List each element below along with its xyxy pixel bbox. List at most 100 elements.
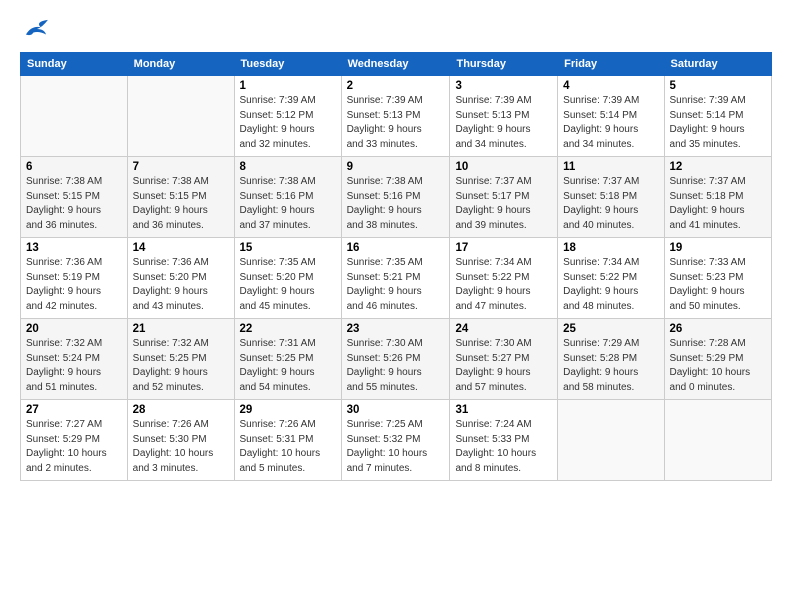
day-number: 24: [455, 323, 552, 335]
calendar-cell: 15 Sunrise: 7:35 AM Sunset: 5:20 PM Dayli…: [234, 238, 341, 319]
day-info: Sunrise: 7:30 AM Sunset: 5:26 PM Dayligh…: [347, 337, 445, 395]
day-info: Sunrise: 7:27 AM Sunset: 5:29 PM Dayligh…: [26, 418, 122, 476]
week-row-2: 13Sunrise: 7:36 AM Sunset: 5:19 PM Dayli…: [21, 238, 772, 319]
day-info: Sunrise: 7:35 AM Sunset: 5:21 PM Dayligh…: [347, 256, 445, 314]
day-number: 15: [240, 242, 336, 254]
day-number: 9: [347, 161, 445, 173]
calendar-cell: 8 Sunrise: 7:38 AM Sunset: 5:16 PM Daylig…: [234, 157, 341, 238]
day-info: Sunrise: 7:26 AM Sunset: 5:31 PM Dayligh…: [240, 418, 336, 476]
calendar-cell: 23 Sunrise: 7:30 AM Sunset: 5:26 PM Dayli…: [341, 319, 450, 400]
day-info: Sunrise: 7:34 AM Sunset: 5:22 PM Dayligh…: [563, 256, 658, 314]
day-info: Sunrise: 7:37 AM Sunset: 5:17 PM Dayligh…: [455, 175, 552, 233]
day-number: 12: [670, 161, 766, 173]
calendar-cell: 12 Sunrise: 7:37 AM Sunset: 5:18 PM Dayli…: [664, 157, 771, 238]
day-number: 30: [347, 404, 445, 416]
logo-bird-icon: [22, 18, 50, 40]
day-number: 31: [455, 404, 552, 416]
header-thursday: Thursday: [450, 53, 558, 76]
calendar-cell: 3 Sunrise: 7:39 AM Sunset: 5:13 PM Daylig…: [450, 76, 558, 157]
day-number: 14: [133, 242, 229, 254]
calendar-cell: 26Sunrise: 7:28 AM Sunset: 5:29 PM Dayli…: [664, 319, 771, 400]
day-number: 18: [563, 242, 658, 254]
day-info: Sunrise: 7:37 AM Sunset: 5:18 PM Dayligh…: [563, 175, 658, 233]
header-tuesday: Tuesday: [234, 53, 341, 76]
day-number: 23: [347, 323, 445, 335]
day-info: Sunrise: 7:39 AM Sunset: 5:13 PM Dayligh…: [347, 94, 445, 152]
day-info: Sunrise: 7:36 AM Sunset: 5:20 PM Dayligh…: [133, 256, 229, 314]
day-info: Sunrise: 7:25 AM Sunset: 5:32 PM Dayligh…: [347, 418, 445, 476]
day-info: Sunrise: 7:31 AM Sunset: 5:25 PM Dayligh…: [240, 337, 336, 395]
logo: [20, 18, 50, 40]
day-number: 6: [26, 161, 122, 173]
calendar-cell: [558, 400, 664, 481]
day-info: Sunrise: 7:30 AM Sunset: 5:27 PM Dayligh…: [455, 337, 552, 395]
header-sunday: Sunday: [21, 53, 128, 76]
day-number: 29: [240, 404, 336, 416]
calendar-cell: 17Sunrise: 7:34 AM Sunset: 5:22 PM Dayli…: [450, 238, 558, 319]
day-info: Sunrise: 7:32 AM Sunset: 5:24 PM Dayligh…: [26, 337, 122, 395]
calendar-cell: 18 Sunrise: 7:34 AM Sunset: 5:22 PM Dayli…: [558, 238, 664, 319]
day-info: Sunrise: 7:32 AM Sunset: 5:25 PM Dayligh…: [133, 337, 229, 395]
calendar-cell: 31Sunrise: 7:24 AM Sunset: 5:33 PM Dayli…: [450, 400, 558, 481]
calendar-cell: 28 Sunrise: 7:26 AM Sunset: 5:30 PM Dayli…: [127, 400, 234, 481]
day-number: 25: [563, 323, 658, 335]
calendar-cell: 30 Sunrise: 7:25 AM Sunset: 5:32 PM Dayli…: [341, 400, 450, 481]
day-number: 21: [133, 323, 229, 335]
day-number: 17: [455, 242, 552, 254]
calendar-cell: 1Sunrise: 7:39 AM Sunset: 5:12 PM Daylig…: [234, 76, 341, 157]
day-info: Sunrise: 7:39 AM Sunset: 5:14 PM Dayligh…: [670, 94, 766, 152]
week-row-4: 27 Sunrise: 7:27 AM Sunset: 5:29 PM Dayli…: [21, 400, 772, 481]
day-info: Sunrise: 7:38 AM Sunset: 5:15 PM Dayligh…: [26, 175, 122, 233]
week-row-1: 6 Sunrise: 7:38 AM Sunset: 5:15 PM Daylig…: [21, 157, 772, 238]
day-number: 28: [133, 404, 229, 416]
calendar-cell: 19Sunrise: 7:33 AM Sunset: 5:23 PM Dayli…: [664, 238, 771, 319]
day-info: Sunrise: 7:33 AM Sunset: 5:23 PM Dayligh…: [670, 256, 766, 314]
day-number: 27: [26, 404, 122, 416]
calendar-cell: [21, 76, 128, 157]
day-info: Sunrise: 7:39 AM Sunset: 5:12 PM Dayligh…: [240, 94, 336, 152]
calendar-cell: 4 Sunrise: 7:39 AM Sunset: 5:14 PM Daylig…: [558, 76, 664, 157]
calendar-cell: 14 Sunrise: 7:36 AM Sunset: 5:20 PM Dayli…: [127, 238, 234, 319]
day-number: 16: [347, 242, 445, 254]
header-wednesday: Wednesday: [341, 53, 450, 76]
calendar-cell: 2 Sunrise: 7:39 AM Sunset: 5:13 PM Daylig…: [341, 76, 450, 157]
day-number: 2: [347, 80, 445, 92]
week-row-3: 20 Sunrise: 7:32 AM Sunset: 5:24 PM Dayli…: [21, 319, 772, 400]
day-info: Sunrise: 7:38 AM Sunset: 5:16 PM Dayligh…: [240, 175, 336, 233]
header-row: SundayMondayTuesdayWednesdayThursdayFrid…: [21, 53, 772, 76]
day-number: 11: [563, 161, 658, 173]
day-number: 4: [563, 80, 658, 92]
day-info: Sunrise: 7:38 AM Sunset: 5:15 PM Dayligh…: [133, 175, 229, 233]
header-monday: Monday: [127, 53, 234, 76]
day-info: Sunrise: 7:35 AM Sunset: 5:20 PM Dayligh…: [240, 256, 336, 314]
day-number: 13: [26, 242, 122, 254]
day-info: Sunrise: 7:39 AM Sunset: 5:14 PM Dayligh…: [563, 94, 658, 152]
calendar-cell: 7Sunrise: 7:38 AM Sunset: 5:15 PM Daylig…: [127, 157, 234, 238]
calendar-cell: 16 Sunrise: 7:35 AM Sunset: 5:21 PM Dayli…: [341, 238, 450, 319]
day-info: Sunrise: 7:29 AM Sunset: 5:28 PM Dayligh…: [563, 337, 658, 395]
page: SundayMondayTuesdayWednesdayThursdayFrid…: [0, 0, 792, 499]
day-number: 8: [240, 161, 336, 173]
day-info: Sunrise: 7:37 AM Sunset: 5:18 PM Dayligh…: [670, 175, 766, 233]
day-number: 10: [455, 161, 552, 173]
calendar-cell: 29 Sunrise: 7:26 AM Sunset: 5:31 PM Dayli…: [234, 400, 341, 481]
calendar-cell: 24 Sunrise: 7:30 AM Sunset: 5:27 PM Dayli…: [450, 319, 558, 400]
calendar-cell: [127, 76, 234, 157]
day-number: 22: [240, 323, 336, 335]
calendar-cell: 21 Sunrise: 7:32 AM Sunset: 5:25 PM Dayli…: [127, 319, 234, 400]
header-saturday: Saturday: [664, 53, 771, 76]
calendar-cell: 9Sunrise: 7:38 AM Sunset: 5:16 PM Daylig…: [341, 157, 450, 238]
calendar-cell: 22 Sunrise: 7:31 AM Sunset: 5:25 PM Dayli…: [234, 319, 341, 400]
day-number: 3: [455, 80, 552, 92]
calendar-cell: 20 Sunrise: 7:32 AM Sunset: 5:24 PM Dayli…: [21, 319, 128, 400]
calendar-cell: 5Sunrise: 7:39 AM Sunset: 5:14 PM Daylig…: [664, 76, 771, 157]
day-info: Sunrise: 7:26 AM Sunset: 5:30 PM Dayligh…: [133, 418, 229, 476]
day-info: Sunrise: 7:39 AM Sunset: 5:13 PM Dayligh…: [455, 94, 552, 152]
calendar-cell: 11 Sunrise: 7:37 AM Sunset: 5:18 PM Dayli…: [558, 157, 664, 238]
calendar-cell: 10 Sunrise: 7:37 AM Sunset: 5:17 PM Dayli…: [450, 157, 558, 238]
day-number: 20: [26, 323, 122, 335]
day-info: Sunrise: 7:28 AM Sunset: 5:29 PM Dayligh…: [670, 337, 766, 395]
calendar-cell: 6 Sunrise: 7:38 AM Sunset: 5:15 PM Daylig…: [21, 157, 128, 238]
calendar-cell: 25 Sunrise: 7:29 AM Sunset: 5:28 PM Dayli…: [558, 319, 664, 400]
week-row-0: 1Sunrise: 7:39 AM Sunset: 5:12 PM Daylig…: [21, 76, 772, 157]
